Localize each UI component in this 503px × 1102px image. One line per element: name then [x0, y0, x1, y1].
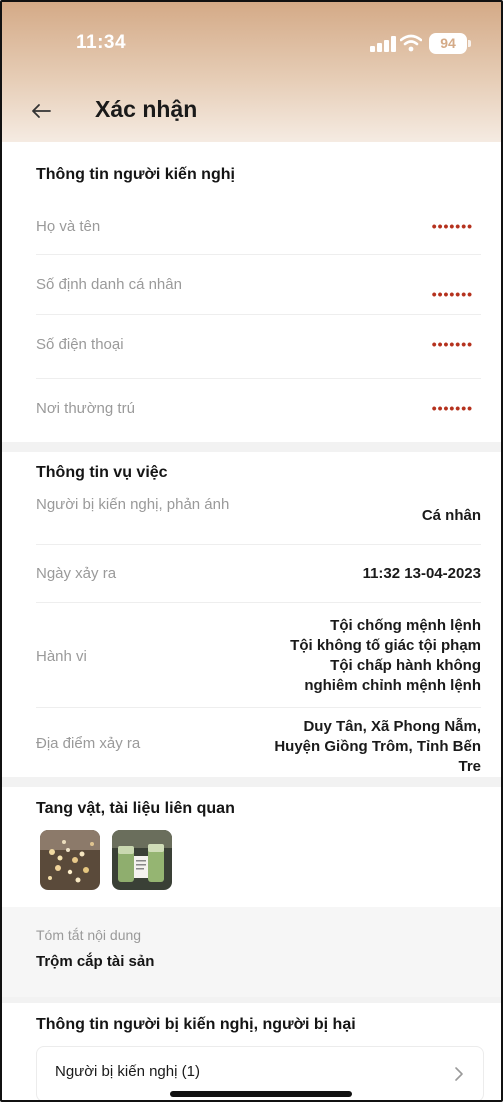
status-time: 11:34 — [76, 32, 127, 53]
summary-value: Trộm cắp tài sản — [36, 953, 155, 970]
field-value-phone: ••••••• — [431, 336, 473, 352]
field-label-address: Nơi thường trú — [36, 400, 135, 417]
field-label-subject: Người bị kiến nghị, phản ánh — [36, 496, 230, 513]
field-label-fullname: Họ và tên — [36, 218, 101, 235]
section-gap — [2, 777, 501, 787]
divider — [36, 707, 481, 708]
location-line: Huyện Giồng Trôm, Tỉnh Bến — [274, 738, 481, 755]
field-value-id: ••••••• — [431, 286, 473, 302]
field-value-date: 11:32 13-04-2023 — [362, 565, 481, 582]
evidence-photo-1[interactable] — [40, 830, 100, 890]
case-section: Thông tin vụ việc Người bị kiến nghị, ph… — [2, 452, 501, 777]
petitioner-section: Thông tin người kiến nghị Họ và tên ••••… — [2, 142, 501, 442]
field-value-fullname: ••••••• — [431, 218, 473, 234]
battery-icon: 94 — [429, 33, 467, 54]
section-title-parties: Thông tin người bị kiến nghị, người bị h… — [36, 1016, 356, 1033]
evidence-photo-2[interactable] — [112, 830, 172, 890]
app-header: Xác nhận — [2, 82, 501, 142]
location-line: Tre — [458, 758, 481, 775]
divider — [36, 254, 481, 255]
back-arrow-icon[interactable] — [26, 96, 56, 126]
app-screen: 11:34 94 Xác nhận Thông tin người kiến n… — [0, 0, 503, 1102]
wifi-icon — [400, 34, 422, 52]
field-label-phone: Số điện thoại — [36, 336, 124, 353]
section-gap — [2, 442, 501, 452]
field-label-location: Địa điểm xảy ra — [36, 735, 141, 752]
location-line: Duy Tân, Xã Phong Nẫm, — [303, 718, 481, 735]
chevron-right-icon — [455, 1067, 463, 1081]
section-title-evidence: Tang vật, tài liệu liên quan — [36, 800, 235, 817]
divider — [36, 314, 481, 315]
behavior-line: Tội chấp hành không — [330, 657, 481, 674]
signal-icon — [370, 36, 396, 52]
divider — [36, 544, 481, 545]
divider — [36, 378, 481, 379]
summary-section: Tóm tắt nội dung Trộm cắp tài sản — [2, 907, 501, 997]
behavior-line: Tội chống mệnh lệnh — [330, 617, 481, 634]
behavior-line: nghiêm chỉnh mệnh lệnh — [304, 677, 481, 694]
section-title-petitioner: Thông tin người kiến nghị — [36, 166, 235, 183]
field-value-location: Duy Tân, Xã Phong Nẫm, Huyện Giồng Trôm,… — [274, 717, 481, 777]
field-value-behavior: Tội chống mệnh lệnh Tội không tố giác tộ… — [290, 616, 481, 696]
list-item-label: Người bị kiến nghị (1) — [55, 1063, 200, 1080]
summary-label: Tóm tắt nội dung — [36, 927, 142, 943]
page-title: Xác nhận — [95, 96, 198, 122]
battery-tip — [468, 40, 471, 47]
field-label-id: Số định danh cá nhân — [36, 276, 182, 293]
field-label-date: Ngày xảy ra — [36, 565, 117, 582]
field-label-behavior: Hành vi — [36, 648, 87, 665]
behavior-line: Tội không tố giác tội phạm — [290, 637, 481, 654]
field-value-subject: Cá nhân — [421, 507, 481, 524]
divider — [36, 602, 481, 603]
status-bar: 11:34 94 — [2, 2, 501, 82]
section-title-case: Thông tin vụ việc — [36, 464, 168, 481]
home-indicator[interactable] — [170, 1091, 352, 1097]
field-value-address: ••••••• — [431, 400, 473, 416]
